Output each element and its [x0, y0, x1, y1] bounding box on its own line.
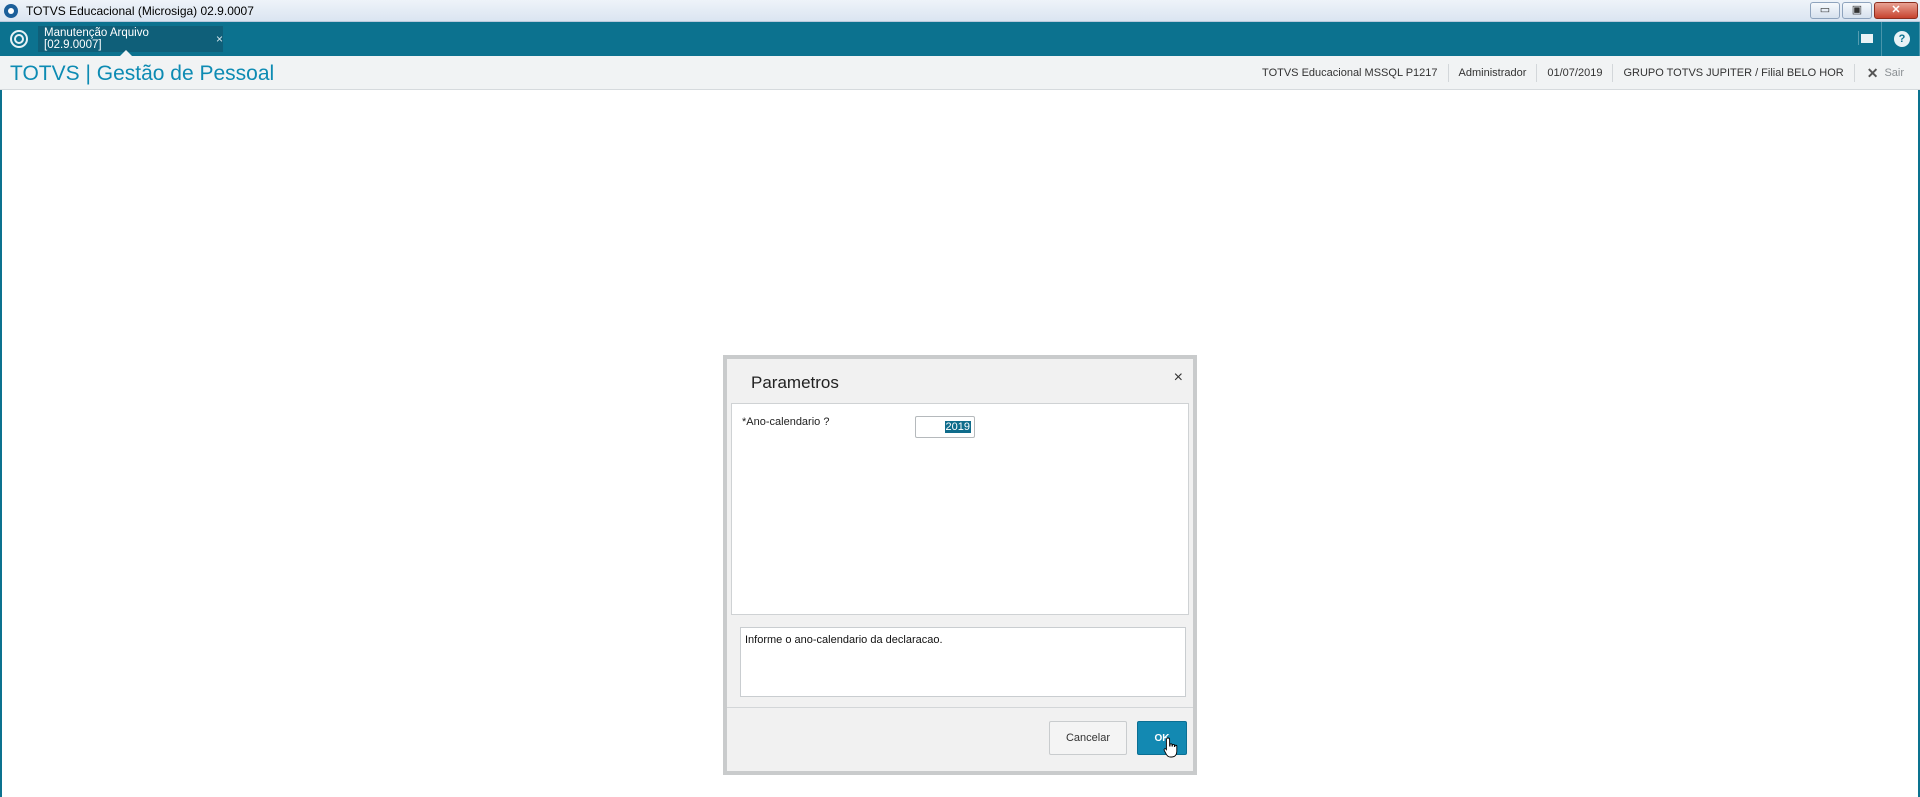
- company-label: GRUPO TOTVS JUPITER / Filial BELO HOR: [1612, 64, 1853, 82]
- frame-border-left: [0, 90, 2, 797]
- environment-label: TOTVS Educacional MSSQL P1217: [1262, 67, 1438, 79]
- date-label: 01/07/2019: [1536, 64, 1612, 82]
- cancel-button[interactable]: Cancelar: [1049, 721, 1127, 755]
- ok-button[interactable]: OK: [1137, 721, 1187, 755]
- dialog-close-icon[interactable]: ×: [1174, 369, 1183, 387]
- params-panel: *Ano-calendario ? 2019: [731, 403, 1189, 615]
- tab-label: Manutenção Arquivo [02.9.0007]: [44, 27, 149, 51]
- divider: [727, 707, 1193, 708]
- mail-icon[interactable]: [1858, 31, 1874, 45]
- header-info: TOTVS Educacional MSSQL P1217 Administra…: [1252, 56, 1920, 90]
- ano-calendario-value: 2019: [944, 421, 971, 433]
- close-window-button[interactable]: ✕: [1874, 2, 1918, 19]
- exit-label: Sair: [1884, 67, 1904, 79]
- dialog-body: Parametros × *Ano-calendario ? 2019 Info…: [727, 359, 1193, 771]
- exit-button[interactable]: ✕ Sair: [1853, 64, 1920, 82]
- help-icon[interactable]: ?: [1894, 31, 1910, 47]
- ano-calendario-label: *Ano-calendario ?: [742, 416, 830, 428]
- restore-button[interactable]: ▣: [1842, 2, 1872, 19]
- help-text-box: Informe o ano-calendario da declaracao.: [740, 627, 1186, 697]
- parametros-dialog: Parametros × *Ano-calendario ? 2019 Info…: [723, 355, 1197, 775]
- app-header: TOTVS | Gestão de Pessoal TOTVS Educacio…: [0, 56, 1920, 90]
- page-title: TOTVS | Gestão de Pessoal: [10, 62, 275, 85]
- dialog-title: Parametros: [751, 373, 839, 392]
- window-controls: ▭ ▣ ✕: [1810, 2, 1918, 19]
- close-icon: ✕: [1866, 64, 1879, 81]
- app-icon: [4, 3, 18, 18]
- user-label: Administrador: [1447, 64, 1537, 82]
- hand-cursor-icon: [1163, 737, 1178, 758]
- tab-manutencao-arquivo[interactable]: Manutenção Arquivo [02.9.0007] ×: [38, 26, 223, 56]
- tab-bar: Manutenção Arquivo [02.9.0007] × ?: [0, 22, 1920, 56]
- ano-calendario-input[interactable]: 2019: [915, 416, 975, 438]
- minimize-button[interactable]: ▭: [1810, 2, 1840, 19]
- window-titlebar: TOTVS Educacional (Microsiga) 02.9.0007 …: [0, 0, 1920, 22]
- home-icon[interactable]: [10, 30, 28, 48]
- divider: [1881, 22, 1882, 56]
- window-title: TOTVS Educacional (Microsiga) 02.9.0007: [26, 3, 254, 18]
- tab-close-icon[interactable]: ×: [216, 32, 223, 46]
